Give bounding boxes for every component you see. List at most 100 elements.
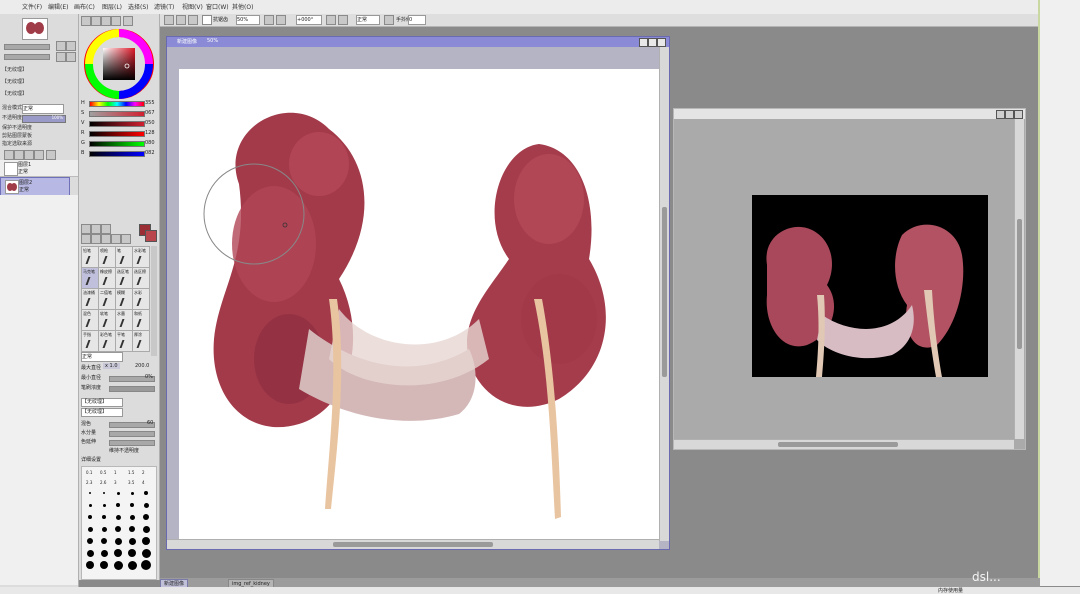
brush-tool-13[interactable]: 软笔 <box>98 309 116 331</box>
deselect-button[interactable] <box>164 15 174 25</box>
brush-size-preset[interactable] <box>87 526 93 532</box>
opacity-slider[interactable]: 100% <box>22 115 66 123</box>
brush-blend-select[interactable]: 正常 <box>81 352 123 362</box>
brush-tool-12[interactable]: 混色 <box>81 309 99 331</box>
angle-field[interactable]: +000° <box>296 15 322 25</box>
selection-visible-button[interactable] <box>188 15 198 25</box>
brush-size-label[interactable]: 0.5 <box>100 470 106 475</box>
menu-file[interactable]: 文件(F) <box>22 2 42 11</box>
merge-layer-button[interactable] <box>34 150 44 160</box>
brush-size-preset[interactable] <box>113 560 123 570</box>
menu-view[interactable]: 视图(V) <box>182 2 203 11</box>
brush-size-label[interactable]: 1 <box>114 470 117 475</box>
marquee-icon[interactable] <box>81 224 91 234</box>
brush-size-preset[interactable] <box>114 549 122 557</box>
brush-tool-4[interactable]: 马克笔 <box>81 267 99 289</box>
nav-zoom-slider[interactable] <box>4 44 50 50</box>
water-slider[interactable] <box>109 431 155 437</box>
brush-size-label[interactable]: 2.3 <box>86 480 92 485</box>
brush-size-preset[interactable] <box>128 537 136 545</box>
new-folder-button[interactable] <box>14 150 24 160</box>
brush-size-preset[interactable] <box>86 561 94 569</box>
brush-size-preset[interactable] <box>103 492 105 494</box>
brush-size-preset[interactable] <box>115 526 121 532</box>
scroll-thumb[interactable] <box>1017 219 1022 349</box>
reference-window-titlebar[interactable] <box>674 109 1025 119</box>
brush-size-preset[interactable] <box>100 561 108 569</box>
copy-layer-button[interactable] <box>24 150 34 160</box>
effect-label[interactable]: 【无纹理】 <box>2 78 80 86</box>
brush-tool-9[interactable]: 二值笔 <box>98 288 116 310</box>
close-button[interactable] <box>657 38 666 47</box>
eyedropper-icon[interactable] <box>121 234 131 244</box>
slider-r[interactable] <box>89 131 145 137</box>
slider-v[interactable] <box>89 121 145 127</box>
brush-size-preset[interactable] <box>143 502 149 508</box>
brush-size-preset[interactable] <box>143 514 149 520</box>
menu-other[interactable]: 其他(O) <box>232 2 253 11</box>
brush-tool-1[interactable]: 喷枪 <box>98 246 116 268</box>
scroll-thumb[interactable] <box>662 207 667 377</box>
brush-tool-7[interactable]: 选区擦 <box>132 267 150 289</box>
brush-size-preset[interactable] <box>130 503 134 507</box>
brush-size-label[interactable]: 3 <box>114 480 117 485</box>
zoom-icon[interactable] <box>91 234 101 244</box>
secondary-color-swatch[interactable] <box>145 230 157 242</box>
brush-tool-3[interactable]: 水彩笔 <box>132 246 150 268</box>
advanced-settings-checkbox[interactable]: 详细设置 <box>81 456 101 463</box>
hsv-toggle[interactable] <box>101 16 111 26</box>
nav-zoom-out-button[interactable] <box>66 41 76 51</box>
brush-size-preset[interactable] <box>88 515 92 519</box>
effect-label-2[interactable]: 【无纹理】 <box>2 90 80 98</box>
brush-tool-18[interactable]: 平笔 <box>115 330 133 352</box>
brush-tool-16[interactable]: 手指 <box>81 330 99 352</box>
brush-size-preset[interactable] <box>142 525 150 533</box>
ref-vertical-scrollbar[interactable] <box>1014 119 1024 439</box>
view-mode-select[interactable]: 正常 <box>356 15 380 25</box>
brush-tool-17[interactable]: 彩色笔 <box>98 330 116 352</box>
brush-size-preset[interactable] <box>130 491 134 495</box>
menu-filter[interactable]: 滤镜(T) <box>154 2 174 11</box>
brush-tool-10[interactable]: 模糊 <box>115 288 133 310</box>
keep-opacity-checkbox[interactable]: 维持不透明度 <box>109 447 139 454</box>
zoom-field[interactable]: 50% <box>236 15 260 25</box>
layer-row[interactable]: 图层1 正常 <box>0 160 78 177</box>
brush-size-preset[interactable] <box>144 491 148 495</box>
brush-size-label[interactable]: 3.5 <box>128 480 134 485</box>
brush-size-preset[interactable] <box>141 560 151 570</box>
ref-horizontal-scrollbar[interactable] <box>674 439 1014 449</box>
layer-row-selected[interactable]: 图层2 正常 <box>0 177 70 196</box>
menu-canvas[interactable]: 画布(C) <box>74 2 95 11</box>
brush-size-preset[interactable] <box>86 549 94 557</box>
brush-size-preset[interactable] <box>129 514 135 520</box>
tool-scrollbar[interactable] <box>151 246 157 356</box>
brush-size-preset[interactable] <box>102 515 106 519</box>
clip-group-checkbox[interactable]: 剪贴图层蒙板 <box>2 132 80 140</box>
brush-tool-2[interactable]: 笔 <box>115 246 133 268</box>
main-horizontal-scrollbar[interactable] <box>167 539 659 549</box>
stabilizer-select[interactable]: 0 <box>408 15 426 25</box>
nav-zoom-in-button[interactable] <box>56 41 66 51</box>
brush-size-preset[interactable] <box>127 560 137 570</box>
swatch-toggle[interactable] <box>111 16 121 26</box>
brush-size-multiplier[interactable]: x 1.0 <box>103 363 120 369</box>
ref-maximize-button[interactable] <box>1005 110 1014 119</box>
brush-size-preset[interactable] <box>88 503 92 507</box>
rotate-left-button[interactable] <box>326 15 336 25</box>
menu-edit[interactable]: 编辑(E) <box>48 2 68 11</box>
minimize-button[interactable] <box>639 38 648 47</box>
reference-layer-checkbox[interactable]: 指定选取来源 <box>2 140 80 148</box>
delete-layer-button[interactable] <box>46 150 56 160</box>
brush-tool-15[interactable]: 和纸 <box>132 309 150 331</box>
nav-rotate-right-button[interactable] <box>66 52 76 62</box>
rotate-right-button[interactable] <box>338 15 348 25</box>
move-icon[interactable] <box>81 234 91 244</box>
flip-button[interactable] <box>384 15 394 25</box>
hand-icon[interactable] <box>111 234 121 244</box>
brush-size-preset[interactable] <box>141 548 151 558</box>
blend-mode-select[interactable]: 正常 <box>22 104 64 114</box>
scroll-thumb[interactable] <box>778 442 898 447</box>
antialias-checkbox[interactable] <box>202 15 212 25</box>
nav-angle-slider[interactable] <box>4 54 50 60</box>
menu-select[interactable]: 选择(S) <box>128 2 149 11</box>
